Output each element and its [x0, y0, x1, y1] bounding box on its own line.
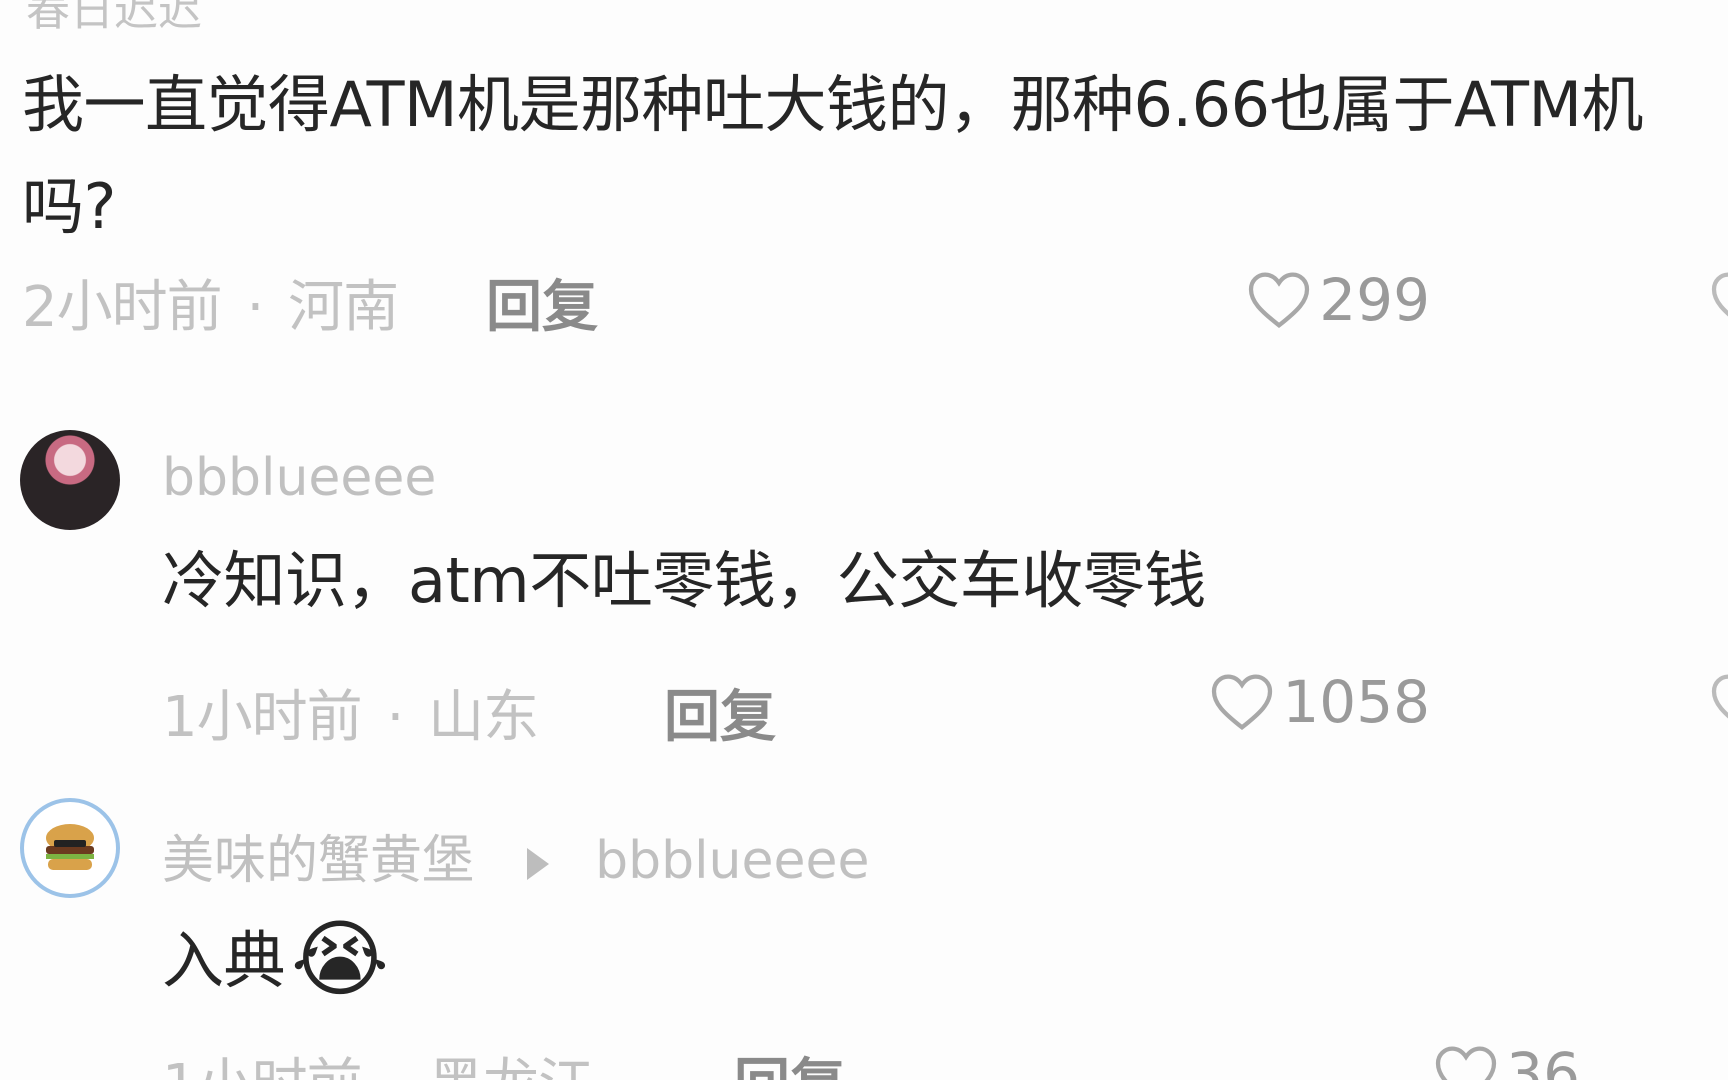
comment-body: 冷知识，atm不吐零钱，公交车收零钱 — [162, 544, 1206, 617]
comment-username[interactable]: 春日迟迟 — [26, 0, 202, 38]
comment-body: 我一直觉得ATM机是那种吐大钱的，那种6.66也属于ATM机吗? — [22, 68, 1643, 243]
meta-separator: · — [246, 275, 264, 340]
reply-to-username[interactable]: bbblueeee — [595, 831, 869, 891]
comment-thread: 春日迟迟 我一直觉得ATM机是那种吐大钱的，那种6.66也属于ATM机吗? 2小… — [0, 0, 1728, 1080]
comment-location: 黑龙江 — [428, 1053, 594, 1080]
crying-face-icon: 😭 — [291, 910, 389, 1008]
heart-outline-icon — [1436, 1046, 1497, 1080]
heart-outline-icon — [1249, 272, 1310, 329]
reply-button[interactable]: 回复 — [734, 1040, 846, 1080]
comment-body: 入典 — [162, 924, 286, 997]
triangle-right-icon — [526, 848, 549, 880]
avatar[interactable] — [20, 798, 120, 898]
like-count: 36 — [1506, 1040, 1580, 1080]
like-button[interactable]: 299 — [1247, 266, 1430, 334]
comment-meta: 2小时前 · 河南 — [22, 262, 399, 343]
comment-text: 我一直觉得ATM机是那种吐大钱的，那种6.66也属于ATM机吗? — [22, 54, 1722, 258]
dislike-icon[interactable] — [1710, 270, 1728, 330]
reply-header: 美味的蟹黄堡 bbblueeee — [162, 818, 869, 893]
comment-text: 入典😭 — [162, 908, 389, 1012]
comment-time: 1小时前 — [162, 1053, 363, 1080]
like-count: 299 — [1319, 266, 1430, 334]
heart-outline-icon — [1212, 674, 1273, 731]
comment-meta: 1小时前 · 山东 — [162, 672, 539, 753]
burger-avatar-icon — [46, 824, 94, 870]
comment-meta: 1小时前 · 黑龙江 — [162, 1040, 594, 1080]
like-count: 1058 — [1282, 668, 1430, 736]
comment-location: 河南 — [288, 275, 399, 340]
comment-location: 山东 — [428, 685, 539, 750]
reply-button[interactable]: 回复 — [486, 262, 598, 343]
dislike-icon[interactable] — [1710, 672, 1728, 732]
meta-separator: · — [386, 685, 404, 750]
avatar[interactable] — [20, 430, 120, 530]
comment-username[interactable]: 美味的蟹黄堡 — [162, 831, 474, 891]
like-button[interactable]: 1058 — [1210, 668, 1430, 736]
meta-separator: · — [386, 1053, 404, 1080]
comment-time: 1小时前 — [162, 685, 363, 750]
like-button[interactable]: 36 — [1434, 1040, 1580, 1080]
reply-button[interactable]: 回复 — [664, 672, 776, 753]
comment-username[interactable]: bbblueeee — [162, 448, 436, 508]
comment-time: 2小时前 — [22, 275, 223, 340]
